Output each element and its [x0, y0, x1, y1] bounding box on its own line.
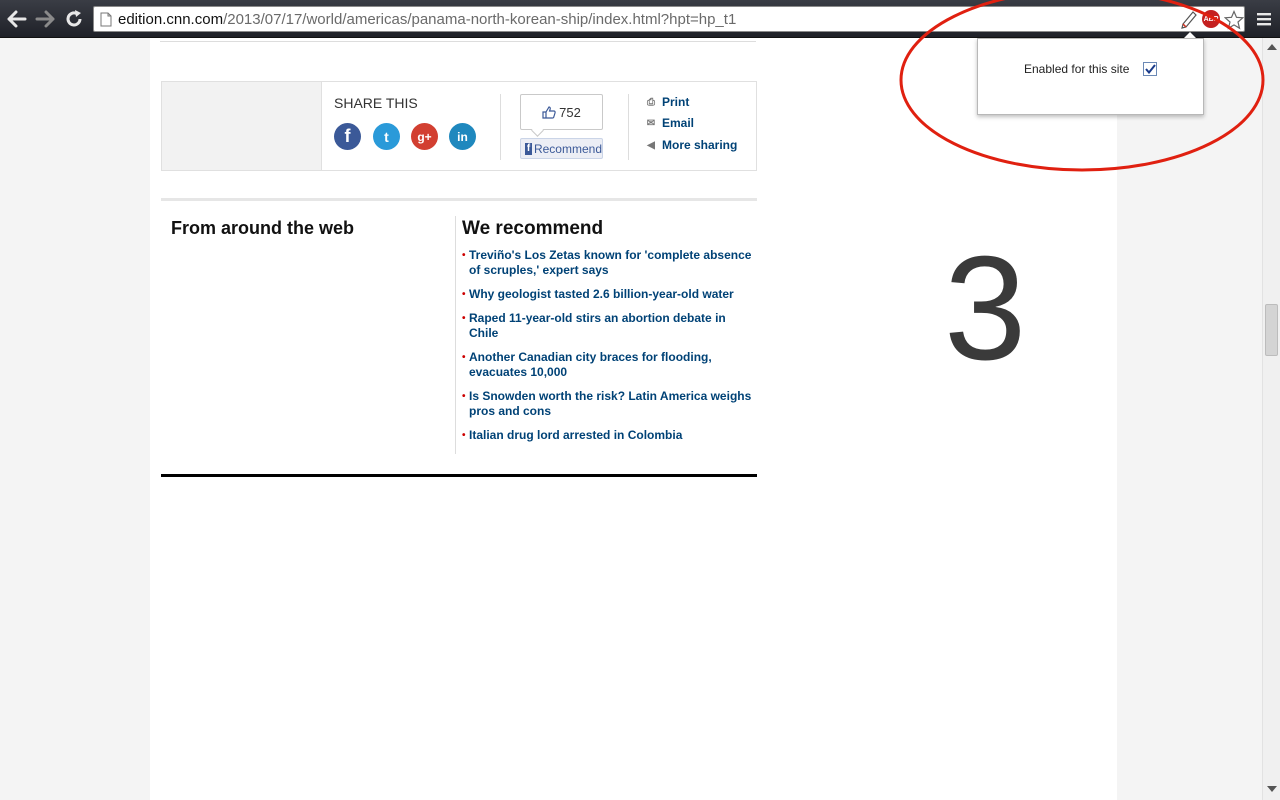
annotation-circle	[899, 0, 1265, 172]
